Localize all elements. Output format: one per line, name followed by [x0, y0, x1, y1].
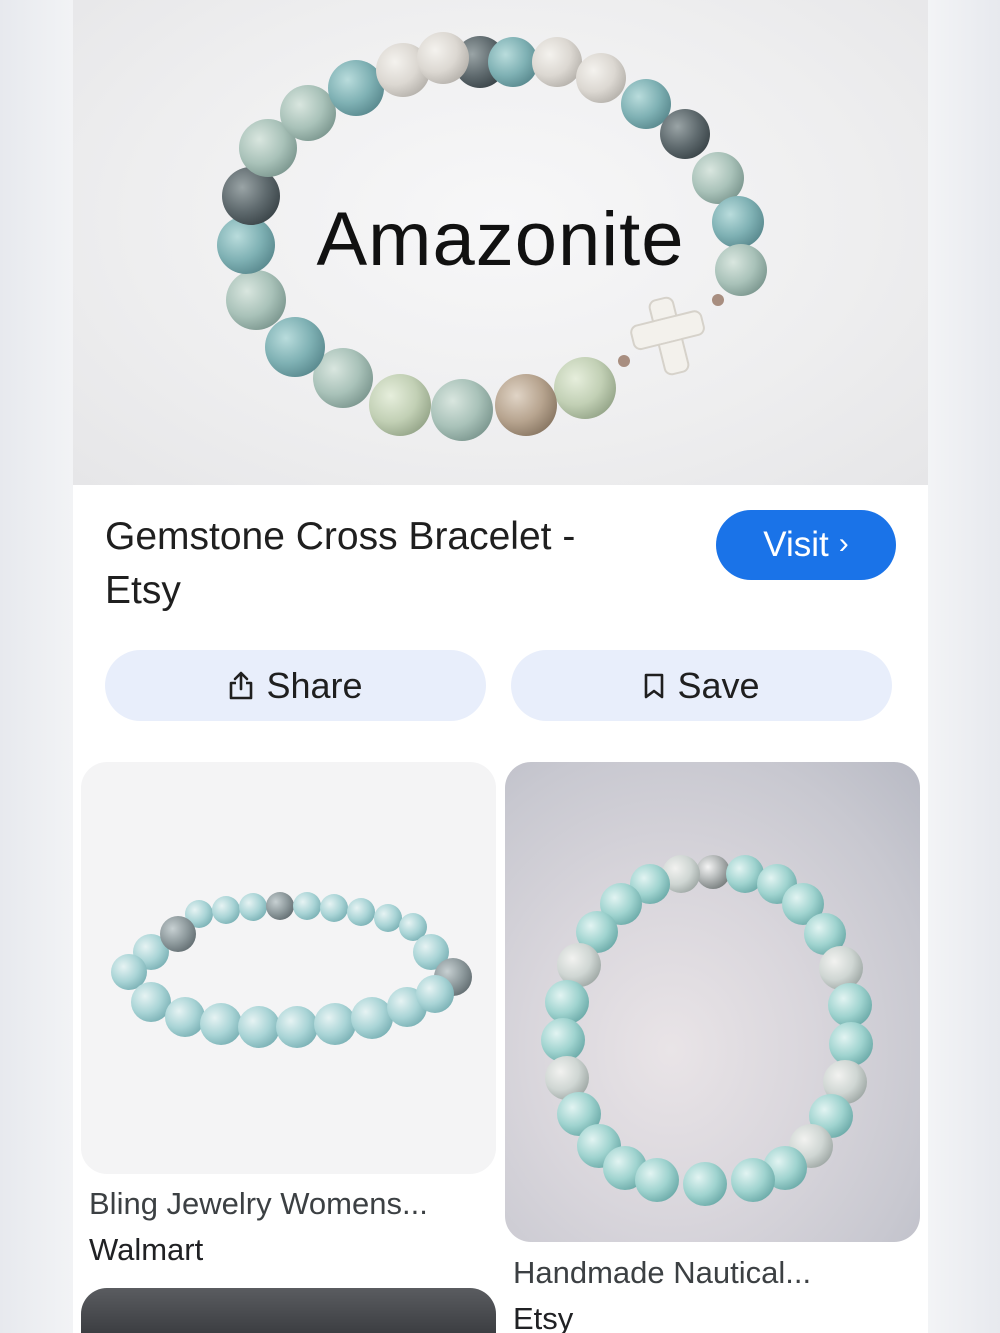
image-viewer-page: Amazonite Gemstone Cross Bracelet - Etsy…	[0, 0, 1000, 1333]
result-title-line-1: Gemstone Cross Bracelet -	[105, 515, 576, 558]
visit-button[interactable]: Visit ›	[716, 510, 896, 580]
cross-charm	[630, 296, 705, 376]
result-sheet: Amazonite Gemstone Cross Bracelet - Etsy…	[73, 0, 928, 1333]
related-item-1-title: Bling Jewelry Womens...	[89, 1186, 428, 1221]
related-item-1-source: Walmart	[89, 1232, 204, 1267]
related-image-2[interactable]	[505, 762, 920, 1242]
related-item-2-source: Etsy	[513, 1301, 574, 1333]
save-button-label: Save	[677, 664, 760, 706]
related-item-2-title: Handmade Nautical...	[513, 1255, 812, 1290]
related-item-1[interactable]: Bling Jewelry Womens... Walmart	[89, 1181, 428, 1273]
visit-button-label: Visit	[763, 525, 829, 564]
save-button[interactable]: Save	[511, 650, 892, 721]
bracelet-thumbnail	[111, 892, 472, 1048]
bookmark-icon	[643, 672, 665, 700]
bracelet-thumbnail	[541, 855, 873, 1206]
chevron-right-icon: ›	[838, 527, 849, 560]
share-icon	[228, 671, 254, 701]
bead-ring	[217, 32, 767, 441]
share-button[interactable]: Share	[105, 650, 486, 721]
related-image-3[interactable]	[81, 1288, 496, 1333]
bracelet-illustration	[217, 32, 767, 441]
result-title-line-2: Etsy	[105, 569, 181, 612]
related-image-1[interactable]	[81, 762, 496, 1174]
result-title[interactable]: Gemstone Cross Bracelet - Etsy	[105, 510, 665, 618]
related-item-2[interactable]: Handmade Nautical... Etsy	[513, 1250, 811, 1333]
main-product-image[interactable]: Amazonite	[73, 0, 928, 485]
share-button-label: Share	[266, 664, 363, 706]
